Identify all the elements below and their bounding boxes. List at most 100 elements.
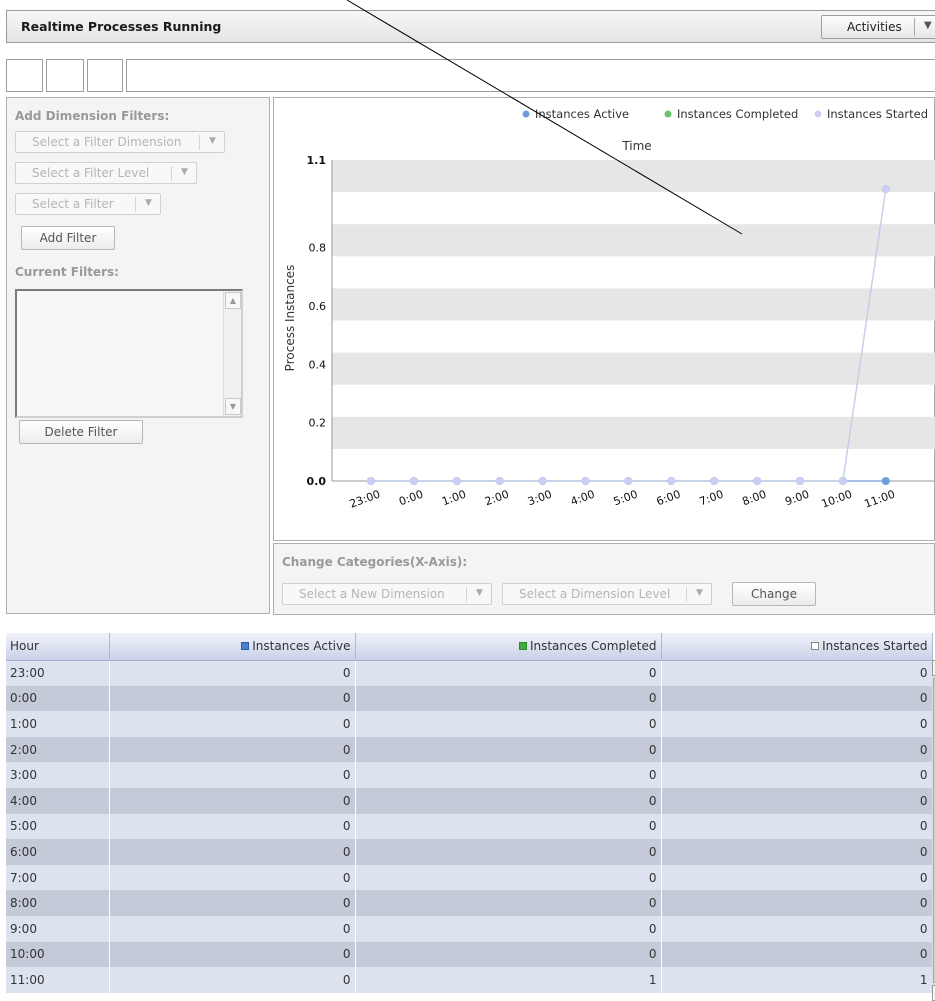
delete-filter-button[interactable]: Delete Filter: [19, 420, 143, 444]
table-cell: 4:00: [6, 787, 110, 814]
table-cell: 0: [661, 915, 933, 942]
table-cell: 8:00: [6, 890, 110, 916]
table-cell: 0: [355, 864, 662, 891]
x-tick-label: 8:00: [740, 488, 768, 509]
data-point: [710, 477, 719, 485]
chevron-down-icon[interactable]: ▼: [145, 198, 152, 208]
table-row[interactable]: 10:00 0 0 0: [6, 941, 933, 968]
chevron-down-icon[interactable]: ▼: [209, 136, 216, 146]
change-button[interactable]: Change: [732, 582, 816, 606]
toolbar-slot-1[interactable]: [6, 59, 43, 92]
legend-marker-icon: [814, 110, 822, 118]
new-dimension-select[interactable]: Select a New Dimension ▼: [282, 583, 492, 605]
table-cell: 7:00: [6, 864, 110, 891]
legend-marker-icon: [664, 110, 672, 118]
data-point: [581, 477, 590, 485]
add-filters-heading: Add Dimension Filters:: [15, 109, 170, 123]
filter-dimension-select[interactable]: Select a Filter Dimension ▼: [15, 131, 225, 153]
x-tick-label: 1:00: [440, 488, 468, 509]
data-point: [796, 477, 804, 485]
filter-select[interactable]: Select a Filter ▼: [15, 193, 161, 215]
chevron-down-icon[interactable]: ▼: [181, 167, 188, 177]
column-header-instances-started[interactable]: Instances Started: [661, 633, 933, 661]
table-row[interactable]: 2:00 0 0 0: [6, 736, 933, 763]
new-dimension-label: Select a New Dimension: [299, 587, 445, 601]
current-filters-list[interactable]: ▲ ▼: [15, 289, 243, 418]
add-filter-button[interactable]: Add Filter: [21, 226, 115, 250]
table-cell: 9:00: [6, 915, 110, 942]
table-cell: 3:00: [6, 762, 110, 788]
table-cell: 0: [109, 787, 356, 814]
table-cell: 0: [109, 890, 356, 916]
table-row[interactable]: 3:00 0 0 0: [6, 762, 933, 788]
table-cell: 0: [109, 967, 356, 993]
toolbar-slot-3[interactable]: [87, 59, 123, 92]
table-row[interactable]: 0:00 0 0 0: [6, 685, 933, 712]
chart-title: Time: [621, 139, 651, 153]
table-cell: 0: [355, 660, 662, 686]
filter-level-select[interactable]: Select a Filter Level ▼: [15, 162, 197, 184]
grid-band: [332, 224, 935, 257]
x-tick-label: 9:00: [783, 488, 811, 509]
table-cell: 2:00: [6, 736, 110, 763]
table-row[interactable]: 11:00 0 1 1: [6, 967, 933, 993]
chevron-down-icon[interactable]: ▼: [924, 20, 932, 31]
x-tick-label: 7:00: [698, 488, 726, 509]
table-cell: 0: [109, 839, 356, 865]
table-cell: 1: [355, 967, 662, 993]
table-cell: 0: [355, 685, 662, 712]
table-cell: 0: [109, 941, 356, 968]
table-row[interactable]: 7:00 0 0 0: [6, 864, 933, 891]
series-swatch-icon: [241, 642, 250, 651]
legend-entry: Instances Active: [535, 107, 629, 121]
table-cell: 0: [109, 762, 356, 788]
data-point: [624, 477, 633, 485]
x-tick-label: 3:00: [526, 488, 554, 509]
data-point: [667, 477, 676, 485]
table-cell: 0: [355, 736, 662, 763]
table-cell: 0: [661, 813, 933, 840]
table-row[interactable]: 9:00 0 0 0: [6, 915, 933, 942]
chevron-down-icon[interactable]: ▼: [696, 588, 703, 598]
table-cell: 0: [661, 839, 933, 865]
series-swatch-icon: [811, 642, 820, 651]
y-tick-label: 0.8: [309, 242, 327, 255]
table-cell: 0: [109, 660, 356, 686]
grid-band: [332, 288, 935, 321]
table-row[interactable]: 6:00 0 0 0: [6, 839, 933, 865]
table-cell: 0: [661, 787, 933, 814]
data-point: [409, 477, 418, 485]
scrollbar[interactable]: ▲ ▼: [223, 291, 241, 416]
table-cell: 0: [355, 711, 662, 737]
x-tick-label: 2:00: [483, 488, 511, 509]
dropdown-divider: [171, 166, 172, 181]
current-filters-heading: Current Filters:: [15, 265, 119, 279]
chevron-down-icon[interactable]: ▼: [476, 588, 483, 598]
legend-entry: Instances Started: [827, 107, 928, 121]
table-header-row: Hour Instances Active Instances Complete…: [6, 633, 933, 661]
toolbar-field[interactable]: [126, 59, 935, 92]
activities-dropdown[interactable]: Activities ▼: [821, 15, 935, 39]
column-header-instances-completed[interactable]: Instances Completed: [355, 633, 662, 661]
scroll-up-icon[interactable]: ▲: [225, 292, 241, 309]
x-tick-label: 10:00: [820, 488, 854, 511]
table-cell: 0: [355, 839, 662, 865]
table-row[interactable]: 1:00 0 0 0: [6, 711, 933, 737]
table-row[interactable]: 23:00 0 0 0: [6, 660, 933, 686]
dimension-level-select[interactable]: Select a Dimension Level ▼: [502, 583, 712, 605]
table-cell: 5:00: [6, 813, 110, 840]
table-cell: 0: [109, 736, 356, 763]
title-bar: Realtime Processes Running Activities ▼: [6, 10, 935, 43]
column-header-hour[interactable]: Hour: [6, 633, 110, 661]
table-row[interactable]: 4:00 0 0 0: [6, 787, 933, 814]
table-row[interactable]: 8:00 0 0 0: [6, 890, 933, 916]
scroll-down-icon[interactable]: ▼: [225, 398, 241, 415]
line-chart: Instances Active Instances Completed Insta…: [283, 107, 935, 511]
column-header-instances-active[interactable]: Instances Active: [109, 633, 356, 661]
table-cell: 0:00: [6, 685, 110, 712]
table-cell: 0: [661, 864, 933, 891]
table-row[interactable]: 5:00 0 0 0: [6, 813, 933, 840]
column-header-label: Instances Completed: [529, 639, 657, 654]
table-cell: 0: [661, 762, 933, 788]
toolbar-slot-2[interactable]: [46, 59, 84, 92]
